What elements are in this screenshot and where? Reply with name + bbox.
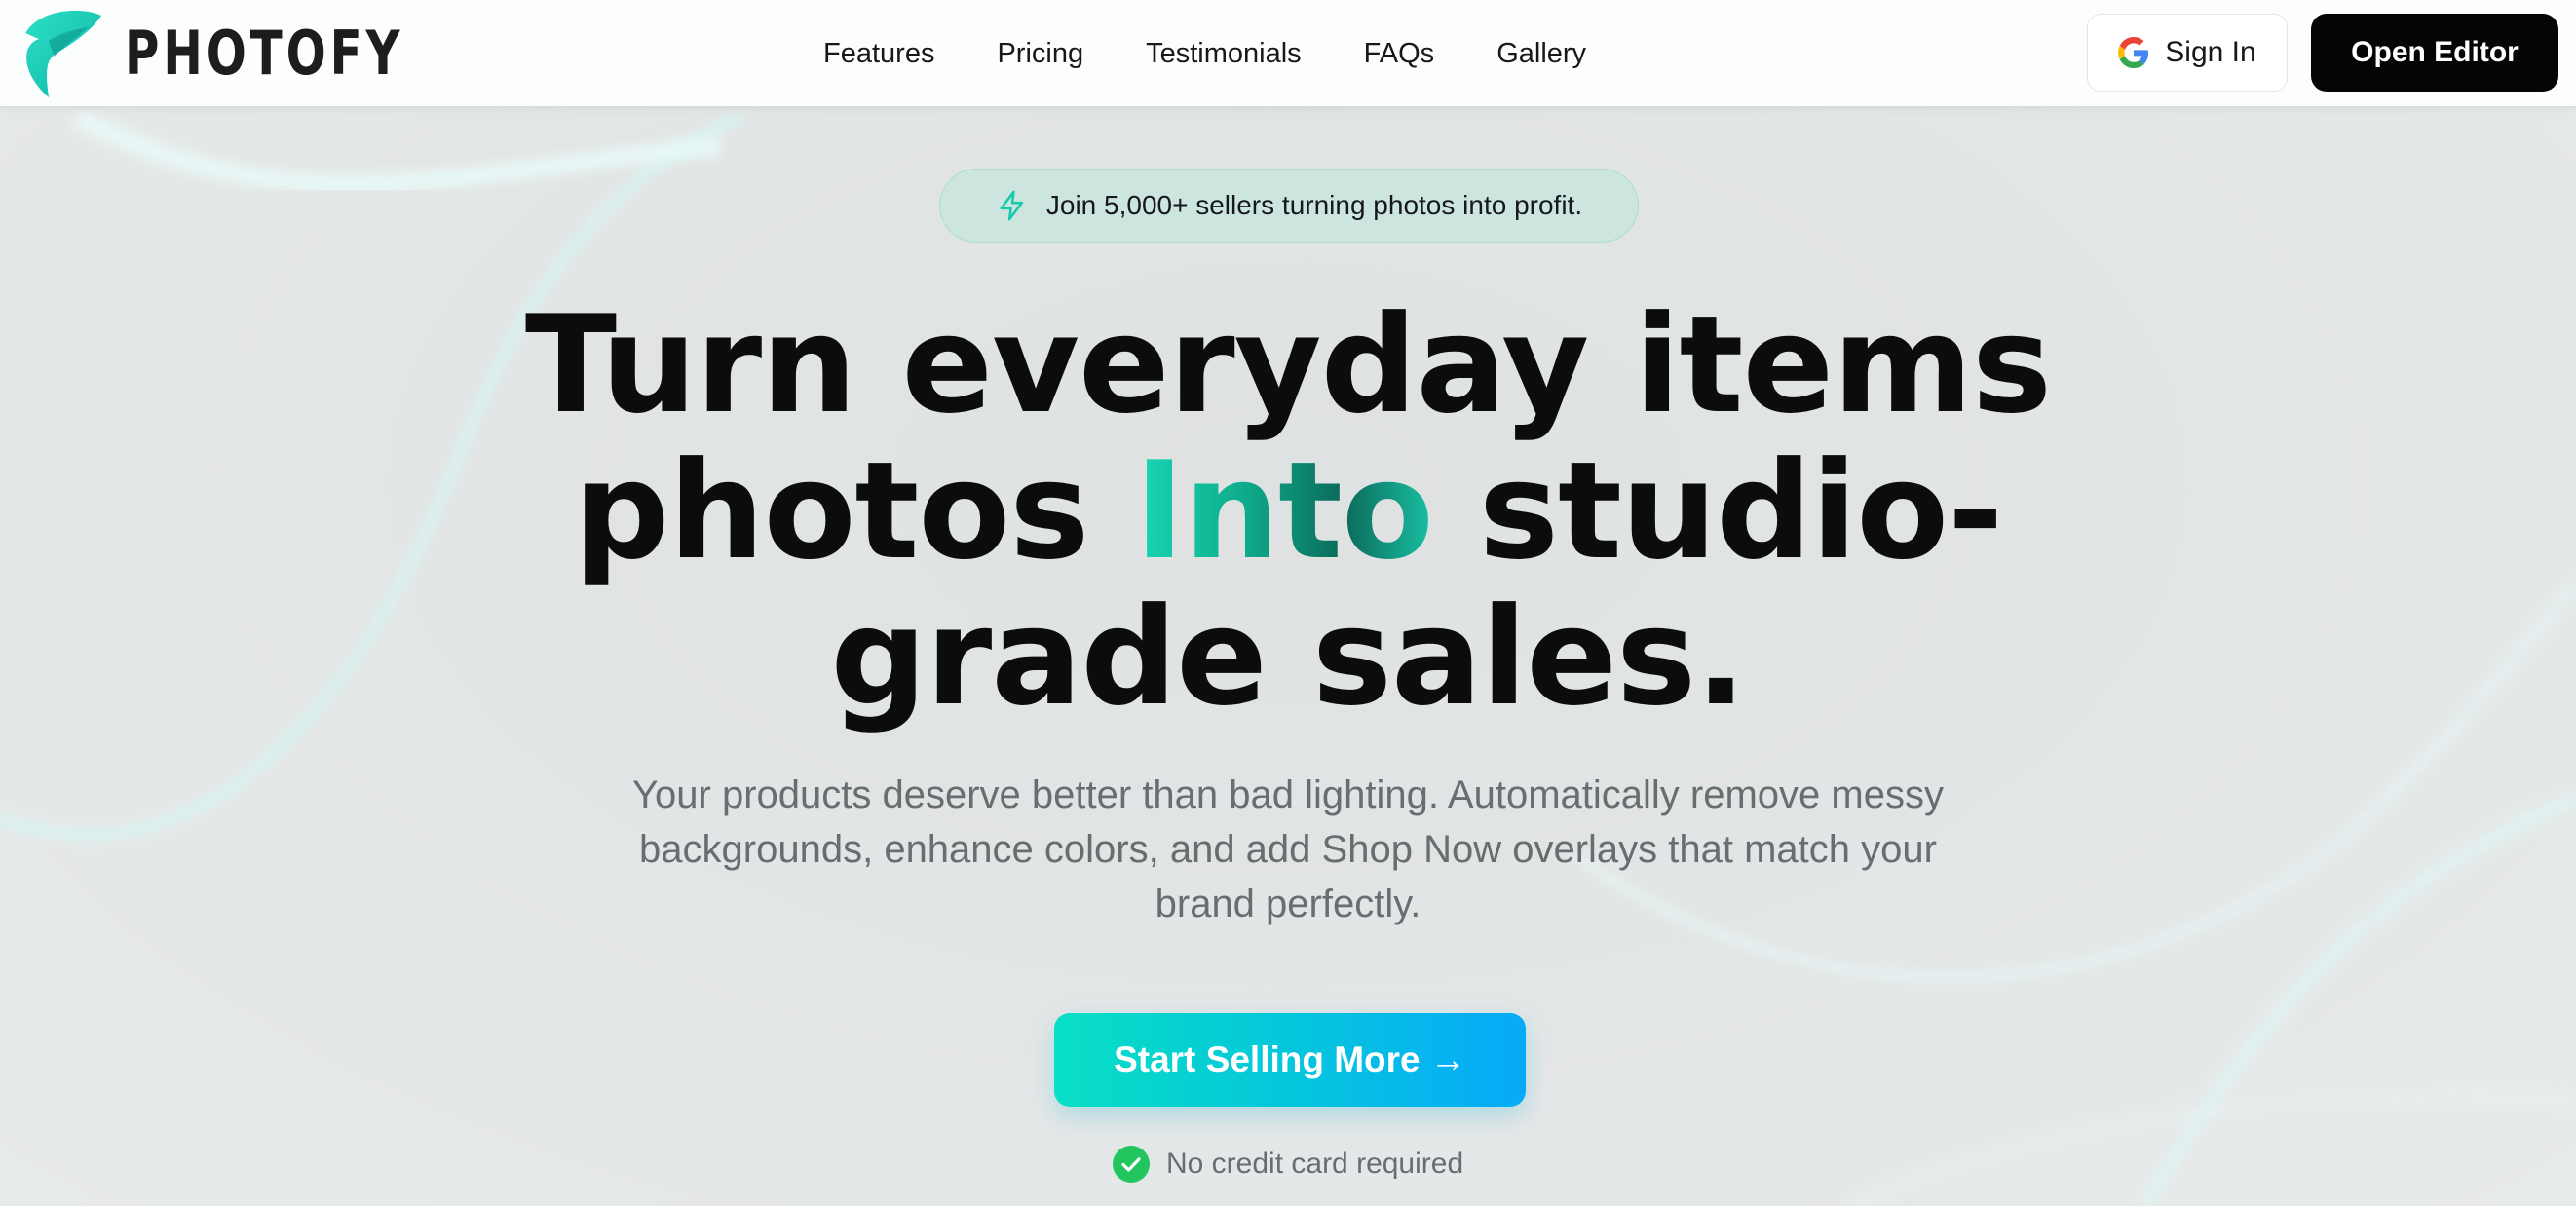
google-icon xyxy=(2118,37,2149,68)
headline-highlight: Into xyxy=(1134,433,1433,589)
no-credit-card-note: No credit card required xyxy=(1112,1144,1463,1185)
nav-features[interactable]: Features xyxy=(823,38,934,70)
hero-subtitle: Your products deserve better than bad li… xyxy=(632,773,1944,925)
headline-line-2-pre: photos xyxy=(573,433,1135,589)
headline-line-1: Turn everyday items xyxy=(524,286,2052,443)
hero-headline: Turn everyday items photos Into studio- … xyxy=(314,292,2262,731)
main-nav: Features Pricing Testimonials FAQs Galle… xyxy=(823,0,1586,107)
announcement-pill: Join 5,000+ sellers turning photos into … xyxy=(939,169,1639,243)
nav-gallery[interactable]: Gallery xyxy=(1496,38,1586,70)
headline-line-3: grade sales. xyxy=(830,579,1746,735)
sign-in-label: Sign In xyxy=(2165,36,2256,68)
nav-pricing[interactable]: Pricing xyxy=(997,38,1083,70)
photofy-logo-icon xyxy=(25,10,101,98)
open-editor-button[interactable]: Open Editor xyxy=(2311,14,2558,92)
start-selling-button[interactable]: Start Selling More → xyxy=(1054,1013,1526,1107)
brand-name: PHOTOFY xyxy=(125,17,404,89)
announcement-text: Join 5,000+ sellers turning photos into … xyxy=(1045,190,1583,220)
headline-line-2-post: studio- xyxy=(1432,433,2004,589)
sign-in-button[interactable]: Sign In xyxy=(2087,14,2288,92)
landing-page: PHOTOFY Features Pricing Testimonials FA… xyxy=(0,0,2576,1206)
brand-logo[interactable]: PHOTOFY xyxy=(19,6,482,99)
top-navbar: PHOTOFY Features Pricing Testimonials FA… xyxy=(0,0,2576,107)
check-circle-icon xyxy=(1113,1146,1150,1183)
nav-faqs[interactable]: FAQs xyxy=(1364,38,1435,70)
bolt-icon xyxy=(1000,190,1024,221)
no-credit-card-text: No credit card required xyxy=(1166,1148,1464,1180)
nav-testimonials[interactable]: Testimonials xyxy=(1146,38,1302,70)
